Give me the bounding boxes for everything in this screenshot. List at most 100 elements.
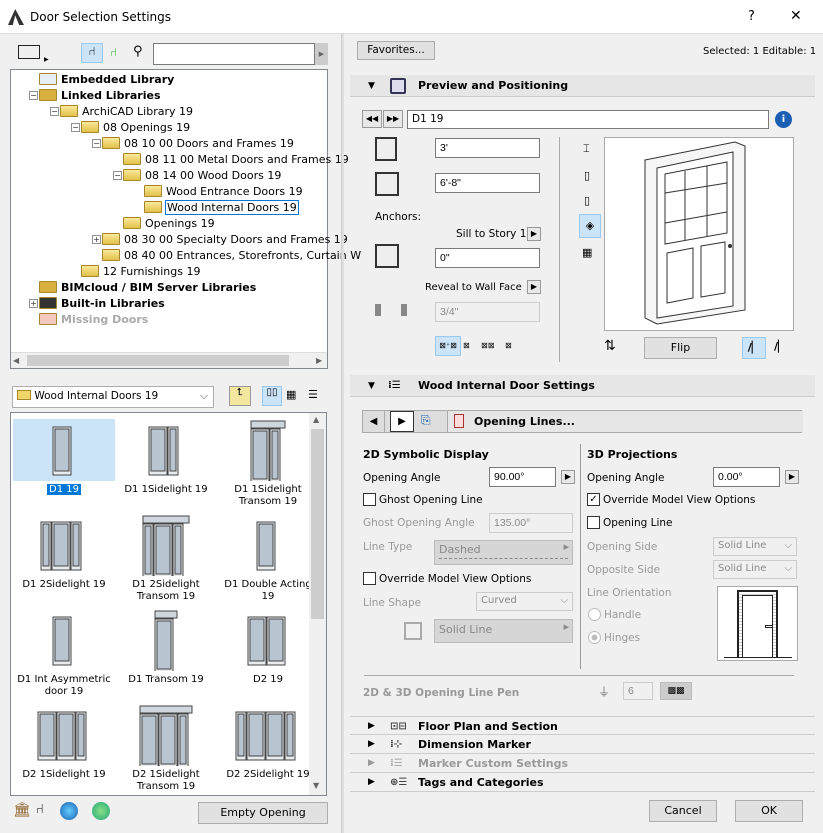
collapse-toggle[interactable]: − — [29, 91, 38, 100]
hinges-radio[interactable] — [588, 631, 601, 644]
add-object-icon[interactable]: ⑁ — [36, 802, 44, 817]
settings-section-header[interactable]: ▼ ⁞☰ Wood Internal Door Settings — [350, 375, 815, 397]
override-2d-checkbox[interactable] — [363, 572, 376, 585]
door-item[interactable]: D1 1Sidelight Transom 19 — [217, 415, 319, 510]
next-object-button[interactable]: ▶▶ — [383, 110, 403, 128]
small-icons-view-icon[interactable]: ▦ — [286, 388, 296, 401]
tree-item[interactable]: 08 11 00 Metal Doors and Frames 19 — [123, 152, 349, 168]
opening-side-select[interactable]: Solid Line ⌵ — [713, 537, 797, 556]
section-dimension-marker[interactable]: ▶ ⁞⊹ Dimension Marker — [350, 735, 815, 754]
door-item[interactable]: D1 2Sidelight Transom 19 — [115, 510, 217, 605]
pen-pattern-swatch[interactable]: ▩▩ — [660, 682, 692, 700]
tree-item[interactable]: BIMcloud / BIM Server Libraries — [39, 280, 256, 296]
opening-angle-2d-field[interactable] — [489, 467, 556, 487]
search-icon[interactable]: ⚲ — [133, 44, 143, 59]
anchor-option-2-icon[interactable]: ⊠ — [463, 341, 470, 350]
section-view-icon[interactable]: ▦ — [582, 246, 592, 259]
line-shape-select[interactable]: Curved ⌵ — [476, 592, 573, 611]
plan-view-icon[interactable]: ⌶ — [583, 142, 590, 156]
anchor-option-1-icon[interactable]: ⊠⁺⊠ — [435, 336, 461, 356]
upload-icon[interactable] — [92, 802, 110, 820]
door-item[interactable]: D1 Transom 19 — [115, 605, 217, 700]
ghost-opening-line-checkbox[interactable] — [363, 493, 376, 506]
door-item[interactable]: D2 1Sidelight Transom 19 — [115, 700, 217, 795]
reveal-depth-field[interactable] — [435, 302, 540, 322]
ghost-angle-field[interactable] — [489, 513, 573, 533]
scroll-thumb[interactable] — [311, 429, 324, 619]
view-mode-icon[interactable] — [18, 45, 40, 59]
tree-item[interactable]: Wood Internal Doors 19 — [144, 200, 299, 216]
folder-select[interactable]: Wood Internal Doors 19 ⌵ — [12, 386, 214, 408]
collapse-toggle[interactable]: − — [50, 107, 59, 116]
search-input[interactable] — [153, 43, 315, 65]
3d-view-icon[interactable]: ◈ — [579, 214, 601, 238]
pen-color-swatch[interactable] — [404, 622, 422, 640]
panel-splitter[interactable] — [341, 34, 344, 833]
door-item[interactable]: D1 1Sidelight 19 — [115, 415, 217, 510]
folder-up-icon[interactable]: ⮤ — [229, 386, 251, 406]
anchor-option-4-icon[interactable]: ⊠ — [505, 341, 512, 350]
library-manager-icon[interactable]: 🏛 — [13, 802, 31, 818]
tree-item[interactable]: Openings 19 — [123, 216, 215, 232]
sill-anchor-menu-button[interactable]: ▶ — [527, 227, 541, 241]
collapse-toggle[interactable]: − — [92, 139, 101, 148]
list-view-icon[interactable]: ☰ — [308, 388, 318, 401]
tree-item[interactable]: 08 14 00 Wood Doors 19 — [123, 168, 281, 184]
opening-angle-3d-field[interactable] — [713, 467, 780, 487]
width-field[interactable] — [435, 138, 540, 158]
items-vertical-scrollbar[interactable]: ▲ ▼ — [309, 413, 326, 795]
tree-item[interactable]: 08 40 00 Entrances, Storefronts, Curtain… — [102, 248, 361, 264]
mirror-option-2-icon[interactable]: /▏ — [774, 340, 786, 353]
door-item[interactable]: D1 2Sidelight 19 — [13, 510, 115, 605]
tree-item[interactable]: Wood Entrance Doors 19 — [144, 184, 303, 200]
tree-item[interactable]: 08 Openings 19 — [81, 120, 190, 136]
door-item[interactable]: D2 2Sidelight 19 — [217, 700, 319, 795]
library-tree[interactable]: Embedded Library Linked Libraries ArchiCAD… — [10, 69, 361, 369]
chair-green-icon[interactable]: ⑁ — [110, 45, 117, 59]
3d-preview[interactable] — [604, 137, 794, 331]
tree-horizontal-scrollbar[interactable]: ◀ ▶ — [11, 352, 327, 368]
close-button[interactable]: ✕ — [790, 8, 802, 24]
elevation-view-icon[interactable]: ▯ — [584, 169, 590, 182]
sill-height-field[interactable] — [435, 248, 540, 268]
chair-icon[interactable]: ⑁ — [81, 43, 103, 63]
ok-button[interactable]: OK — [735, 800, 803, 822]
override-3d-checkbox[interactable]: ✓ — [587, 493, 600, 506]
door-item[interactable]: D1 19 — [13, 415, 115, 510]
door-item[interactable]: D1 Int Asymmetric door 19 — [13, 605, 115, 700]
side-view-icon[interactable]: ▯ — [584, 194, 590, 207]
door-item[interactable]: D2 19 — [217, 605, 319, 700]
tree-item[interactable]: ArchiCAD Library 19 — [60, 104, 193, 120]
anchor-option-3-icon[interactable]: ⊠⊠ — [481, 341, 494, 350]
page-list-icon[interactable]: ⎘ — [421, 413, 431, 428]
tree-item[interactable]: Missing Doors — [39, 312, 148, 328]
opening-line-checkbox[interactable] — [587, 516, 600, 529]
section-floor-plan[interactable]: ▶ ⊡⊟ Floor Plan and Section — [350, 716, 815, 735]
globe-icon[interactable] — [60, 802, 78, 820]
object-name-field[interactable]: D1 19 — [407, 110, 769, 129]
door-item[interactable]: D2 1Sidelight 19 — [13, 700, 115, 795]
tree-item[interactable]: Linked Libraries — [39, 88, 161, 104]
tree-item[interactable]: Embedded Library — [39, 72, 174, 88]
cancel-button[interactable]: Cancel — [649, 800, 717, 822]
large-icons-view-icon[interactable]: ▯▯ — [262, 386, 282, 406]
search-go-button[interactable]: ▶ — [315, 43, 328, 65]
section-tags-categories[interactable]: ▶ ⊕☰ Tags and Categories — [350, 773, 815, 792]
handle-radio[interactable] — [588, 608, 601, 621]
door-item[interactable]: D1 Double Acting 19 — [217, 510, 319, 605]
tree-item[interactable]: 12 Furnishings 19 — [81, 264, 201, 280]
page-select[interactable]: Opening Lines... — [447, 411, 803, 432]
tree-item[interactable]: 08 10 00 Doors and Frames 19 — [102, 136, 294, 152]
help-button[interactable]: ? — [748, 9, 755, 24]
preview-section-header[interactable]: ▼ Preview and Positioning — [350, 75, 815, 97]
reveal-anchor-menu-button[interactable]: ▶ — [527, 280, 541, 294]
favorites-button[interactable]: Favorites... — [357, 41, 435, 60]
collapse-toggle[interactable]: − — [113, 171, 122, 180]
line-style-select[interactable]: Solid Line ▶ — [434, 619, 573, 643]
tree-item[interactable]: Built-in Libraries — [39, 296, 165, 312]
previous-object-button[interactable]: ◀◀ — [362, 110, 382, 128]
expand-toggle[interactable]: + — [29, 299, 38, 308]
chevron-right-icon[interactable]: ▶ — [44, 56, 49, 63]
opening-angle-2d-menu[interactable]: ▶ — [561, 470, 575, 484]
tree-item[interactable]: 08 30 00 Specialty Doors and Frames 19 — [102, 232, 348, 248]
